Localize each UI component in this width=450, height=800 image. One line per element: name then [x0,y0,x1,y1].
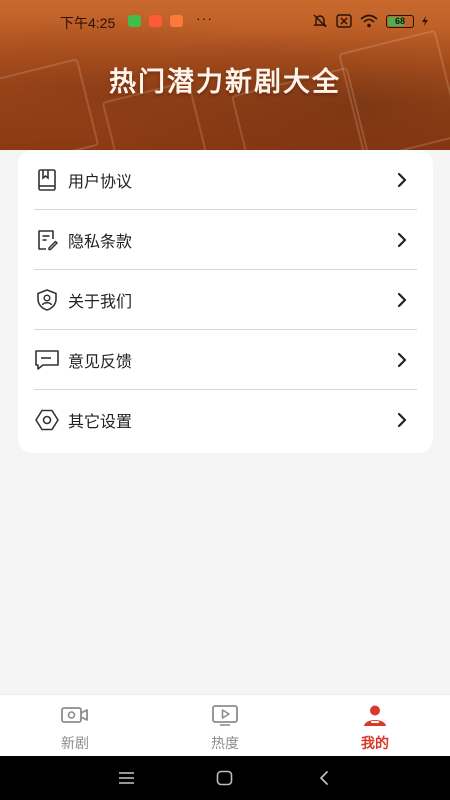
chevron-right-icon [397,292,407,308]
menu-icon[interactable] [118,771,135,785]
video-camera-icon [61,707,88,723]
chevron-right-icon [397,412,407,428]
wifi-icon [360,14,378,28]
charging-icon [422,16,428,26]
settings-menu-card: 用户协议 隐私条款 关于我们 意见反馈 其它设置 [18,150,433,453]
app-status-icon [149,15,162,27]
menu-item-label: 关于我们 [68,293,133,311]
page-title: 热门潜力新剧大全 [109,67,341,97]
chevron-right-icon [397,232,407,248]
menu-item-user-agreement[interactable]: 用户协议 [34,150,417,210]
battery-indicator: 68 [386,14,414,28]
tab-label: 热度 [211,735,239,751]
tab-label: 我的 [361,735,389,751]
status-bar: 下午4:25 ··· 68 [0,0,450,40]
menu-item-other-settings[interactable]: 其它设置 [34,390,417,450]
shop-status-icon [170,15,183,27]
back-icon[interactable] [318,770,330,786]
menu-item-privacy-policy[interactable]: 隐私条款 [34,210,417,270]
document-edit-icon [34,227,60,253]
shield-user-icon [34,287,60,313]
bottom-tab-bar: 新剧 热度 我的 [0,694,450,756]
wechat-status-icon [128,15,141,27]
play-icon [212,705,238,726]
chevron-right-icon [397,352,407,368]
tab-mine[interactable]: 我的 [300,695,450,757]
menu-item-label: 用户协议 [68,173,133,191]
menu-item-label: 意见反馈 [68,353,133,371]
no-sim-icon [336,14,352,28]
user-icon [364,705,386,726]
mute-bell-icon [313,14,327,28]
menu-item-about-us[interactable]: 关于我们 [34,270,417,330]
tab-popularity[interactable]: 热度 [150,695,300,757]
menu-item-label: 隐私条款 [68,233,133,251]
tab-label: 新剧 [61,735,89,751]
home-icon[interactable] [216,770,233,786]
status-time: 下午4:25 [60,15,116,31]
document-bookmark-icon [34,167,60,193]
chevron-right-icon [397,172,407,188]
header-banner: 下午4:25 ··· 68 热门潜力新剧大全 [0,0,450,150]
more-notifications-icon: ··· [196,10,213,26]
message-icon [34,347,60,373]
gear-icon [34,407,60,433]
system-navigation-bar [0,756,450,800]
menu-item-label: 其它设置 [68,414,133,431]
tab-new-dramas[interactable]: 新剧 [0,695,150,757]
menu-item-feedback[interactable]: 意见反馈 [34,330,417,390]
